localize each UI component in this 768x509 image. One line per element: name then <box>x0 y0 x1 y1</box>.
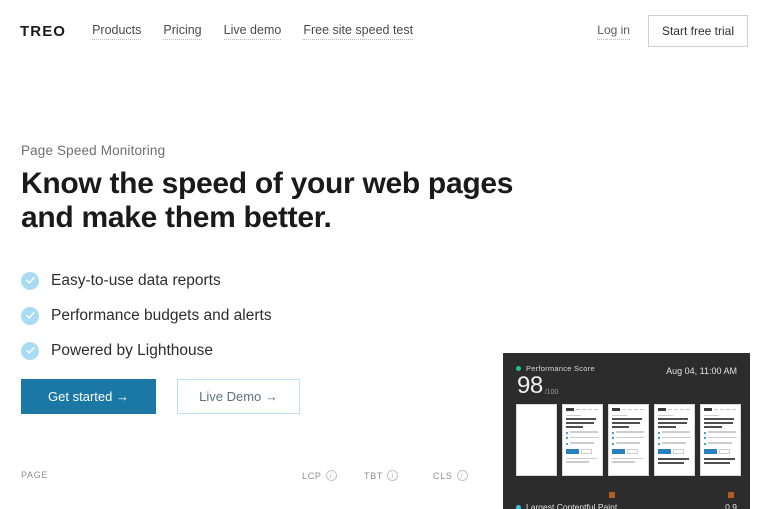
mini-bullets <box>612 431 645 446</box>
site-header: TREO Products Pricing Live demo Free sit… <box>0 0 768 62</box>
mini-heading <box>704 414 737 428</box>
filmstrip-frame-1 <box>516 404 557 476</box>
dashboard-timestamp: Aug 04, 11:00 AM <box>666 366 737 376</box>
mini-heading <box>612 414 645 428</box>
column-header-page[interactable]: PAGE <box>21 470 48 480</box>
list-item: Easy-to-use data reports <box>21 263 272 298</box>
filmstrip-frame-5 <box>700 404 741 476</box>
feature-label: Powered by Lighthouse <box>51 341 214 359</box>
mini-nav <box>609 405 648 411</box>
mini-buttons <box>612 448 645 454</box>
mini-footer <box>612 457 645 463</box>
results-table-header: PAGE LCP i TBT i CLS i <box>21 470 487 488</box>
column-header-lcp-label: LCP <box>302 471 322 481</box>
metric-row-lcp[interactable]: Largest Contentful Paint 0.9 <box>516 502 737 509</box>
header-actions: Log in Start free trial <box>597 15 748 47</box>
list-item: Powered by Lighthouse <box>21 333 272 368</box>
page-title: Know the speed of your web pages and mak… <box>21 167 541 234</box>
live-demo-button[interactable]: Live Demo → <box>177 379 300 414</box>
feature-list: Easy-to-use data reports Performance bud… <box>21 263 272 368</box>
performance-score-value: 98 <box>517 372 543 399</box>
check-icon <box>21 306 39 325</box>
mini-nav <box>655 405 694 411</box>
column-header-cls-label: CLS <box>433 471 453 481</box>
cta-button-group: Get started → Live Demo → <box>21 379 300 414</box>
brand-logo[interactable]: TREO <box>20 23 66 40</box>
metric-label-group: Largest Contentful Paint <box>516 502 617 509</box>
mini-footer <box>704 457 737 464</box>
nav-item-products[interactable]: Products <box>92 23 142 40</box>
filmstrip-frame-2 <box>562 404 603 476</box>
metric-value: 0.9 <box>725 502 737 509</box>
mini-buttons <box>566 448 599 454</box>
mini-nav <box>563 405 602 411</box>
login-link[interactable]: Log in <box>597 23 630 40</box>
feature-label: Easy-to-use data reports <box>51 271 221 289</box>
column-header-tbt-label: TBT <box>364 471 384 481</box>
timeline-markers <box>516 492 737 500</box>
hero-eyebrow: Page Speed Monitoring <box>21 143 166 158</box>
column-header-page-label: PAGE <box>21 470 49 480</box>
mini-footer <box>566 457 599 463</box>
mini-heading <box>658 414 691 428</box>
check-icon <box>21 341 39 360</box>
filmstrip-frame-4 <box>654 404 695 476</box>
mini-buttons <box>658 448 691 454</box>
nav-item-free-site-speed-test[interactable]: Free site speed test <box>303 23 414 40</box>
hero-section: Page Speed Monitoring Know the speed of … <box>21 143 541 234</box>
mini-buttons <box>704 448 737 454</box>
status-dot-icon <box>516 366 521 371</box>
start-free-trial-button[interactable]: Start free trial <box>647 15 748 47</box>
list-item: Performance budgets and alerts <box>21 298 272 333</box>
check-icon <box>21 271 39 290</box>
performance-score-denominator: /100 <box>544 389 559 396</box>
metric-name: Largest Contentful Paint <box>526 502 618 509</box>
timeline-marker <box>608 492 615 498</box>
column-header-cls[interactable]: CLS i <box>433 470 468 481</box>
dashboard-card-header: Performance Score 98 /100 Aug 04, 11:00 … <box>503 353 750 398</box>
loading-filmstrip <box>503 398 750 476</box>
filmstrip-frame-3 <box>608 404 649 476</box>
mini-nav <box>701 405 740 411</box>
get-started-button[interactable]: Get started → <box>21 379 156 414</box>
main-navigation: Products Pricing Live demo Free site spe… <box>92 23 414 40</box>
info-icon[interactable]: i <box>325 470 337 481</box>
feature-label: Performance budgets and alerts <box>51 306 272 324</box>
performance-dashboard-card[interactable]: Performance Score 98 /100 Aug 04, 11:00 … <box>503 353 750 509</box>
mini-bullets <box>566 431 599 446</box>
performance-score-value-row: 98 /100 <box>517 374 595 398</box>
column-header-lcp[interactable]: LCP i <box>302 470 337 481</box>
mini-bullets <box>704 431 737 446</box>
status-dot-icon <box>516 504 521 509</box>
mini-footer <box>658 457 691 464</box>
headline-line-1: Know the speed of your web pages <box>21 167 514 200</box>
headline-line-2: and make them better. <box>21 200 332 234</box>
nav-item-pricing[interactable]: Pricing <box>163 23 202 40</box>
info-icon[interactable]: i <box>456 470 468 481</box>
info-icon[interactable]: i <box>387 470 399 481</box>
performance-score-block: Performance Score 98 /100 <box>516 364 595 398</box>
timeline-marker <box>728 492 735 498</box>
mini-bullets <box>658 431 691 446</box>
mini-heading <box>566 414 599 428</box>
column-header-tbt[interactable]: TBT i <box>364 470 399 481</box>
nav-item-live-demo[interactable]: Live demo <box>223 23 282 40</box>
